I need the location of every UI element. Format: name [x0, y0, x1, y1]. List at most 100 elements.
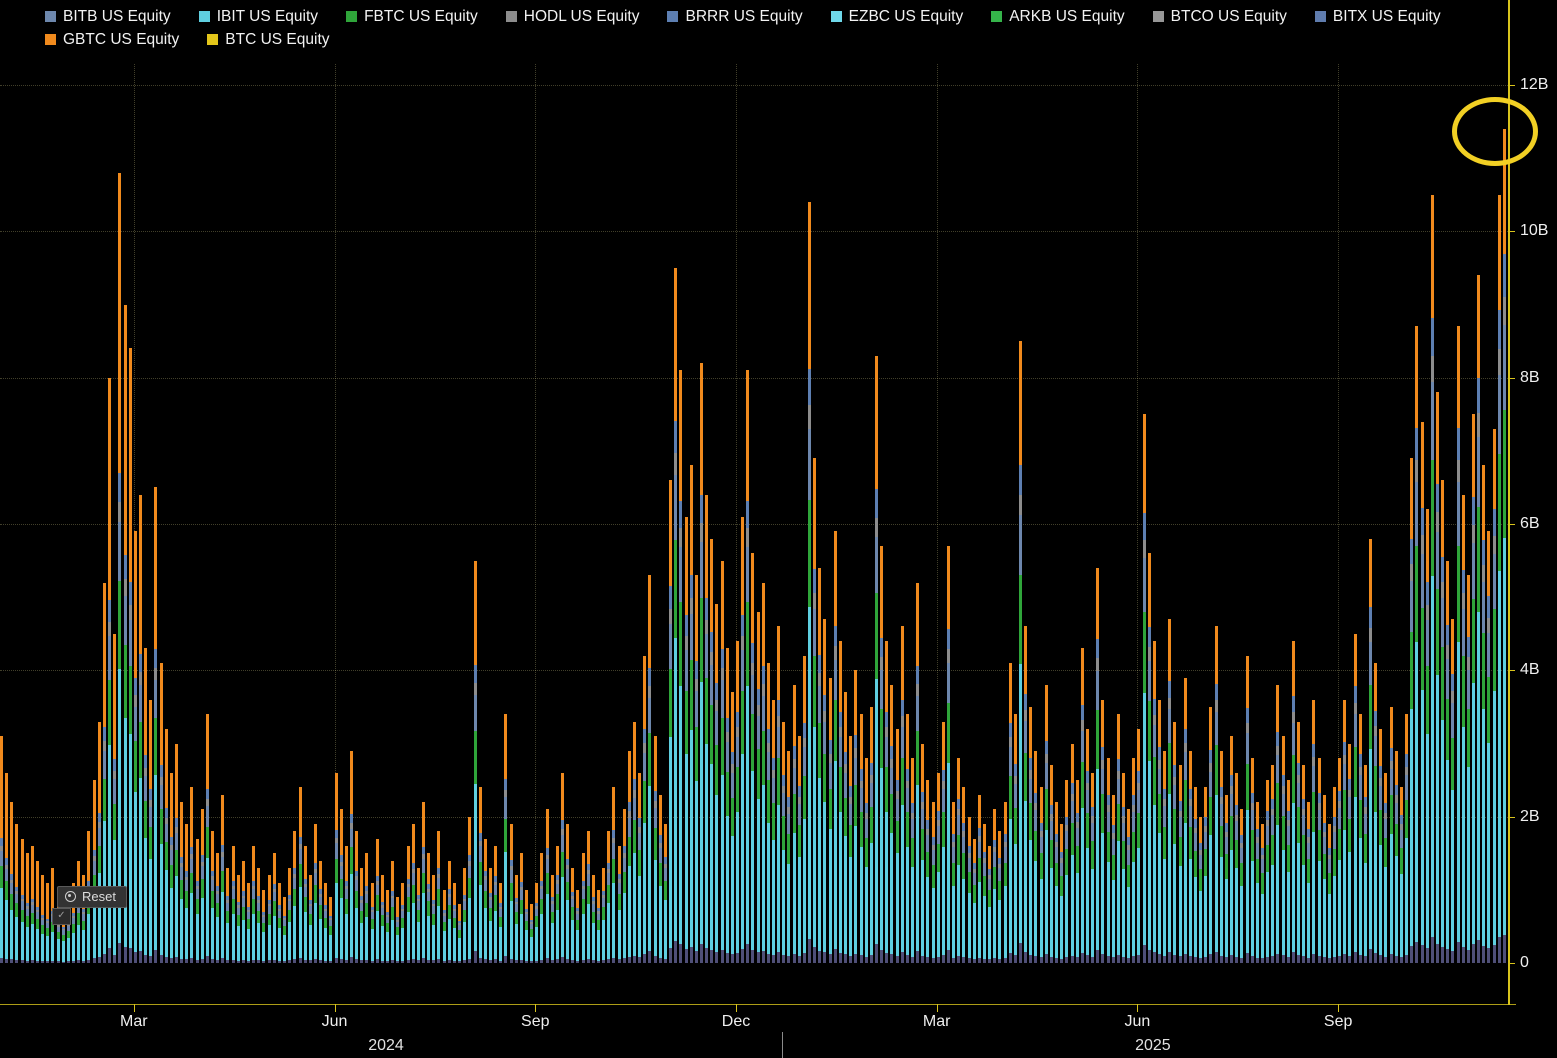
- bar-segment-ibit: [1276, 825, 1279, 954]
- legend-item-fbtc[interactable]: FBTC US Equity: [346, 7, 478, 26]
- bar-segment-brrr: [1158, 747, 1161, 760]
- legend-item-btco[interactable]: BTCO US Equity: [1153, 7, 1287, 26]
- bar-segment-bitb: [1148, 661, 1151, 701]
- bar-segment-gbtc: [113, 634, 116, 759]
- reset-button[interactable]: Reset: [57, 886, 127, 908]
- bar-segment-ibit: [818, 778, 821, 951]
- bar-segment-bitx: [782, 955, 785, 963]
- bar-segment-brrr: [1137, 771, 1140, 783]
- bar-segment-brrr: [818, 655, 821, 673]
- volume-bar: [1292, 641, 1295, 963]
- bar-segment-fbtc: [854, 785, 857, 826]
- bar-segment-gbtc: [365, 853, 368, 886]
- bar-segment-gbtc: [1240, 809, 1243, 835]
- chart-plot-area[interactable]: 12B10B8B6B4B2B0MarJunSepDecMarJunSep2024…: [0, 0, 1557, 1058]
- bar-segment-bitx: [556, 959, 559, 963]
- bar-segment-bitb: [1467, 670, 1470, 709]
- bar-segment-fbtc: [628, 837, 631, 866]
- bar-segment-ibit: [515, 924, 518, 960]
- bar-segment-bitx: [731, 954, 734, 962]
- volume-bar: [1215, 626, 1218, 963]
- bar-segment-fbtc: [551, 912, 554, 924]
- bar-segment-gbtc: [870, 707, 873, 763]
- bar-segment-fbtc: [1189, 827, 1192, 858]
- bar-segment-fbtc: [1163, 827, 1166, 858]
- bar-segment-gbtc: [51, 868, 54, 911]
- bar-segment-bitb: [15, 894, 18, 903]
- bar-segment-brrr: [1318, 793, 1321, 803]
- bar-segment-brrr: [1487, 596, 1490, 618]
- bar-segment-bitb: [149, 807, 152, 828]
- bar-segment-ibit: [633, 853, 636, 956]
- bar-segment-brrr: [1014, 764, 1017, 776]
- bar-segment-gbtc: [1333, 787, 1336, 817]
- bar-segment-bitx: [1076, 957, 1079, 963]
- volume-bar: [1271, 765, 1274, 963]
- bar-segment-fbtc: [1101, 794, 1104, 833]
- bar-segment-bitx: [314, 959, 317, 963]
- bar-segment-fbtc: [1395, 824, 1398, 856]
- horizontal-gridline: [0, 231, 1508, 232]
- bar-segment-hodl: [1143, 540, 1146, 558]
- bar-segment-fbtc: [21, 910, 24, 922]
- bar-segment-bitb: [365, 894, 368, 903]
- bar-segment-gbtc: [226, 868, 229, 897]
- bar-segment-bitb: [839, 737, 842, 767]
- bar-segment-brrr: [160, 765, 163, 777]
- bar-segment-hodl: [1230, 786, 1233, 794]
- legend-item-bitx[interactable]: BITX US Equity: [1315, 7, 1441, 26]
- bar-segment-fbtc: [865, 838, 868, 867]
- legend-item-gbtc[interactable]: GBTC US Equity: [45, 30, 179, 49]
- legend-item-btc[interactable]: BTC US Equity: [207, 30, 329, 49]
- chart-tool-icon[interactable]: ✓: [52, 908, 71, 925]
- bar-segment-bitb: [1086, 790, 1089, 813]
- volume-bar: [77, 861, 80, 963]
- bar-segment-bitb: [1076, 828, 1079, 846]
- bar-segment-fbtc: [1107, 832, 1110, 862]
- bar-segment-bitx: [839, 953, 842, 963]
- bar-segment-bitb: [664, 868, 667, 881]
- bar-segment-bitx: [1498, 937, 1501, 963]
- bar-segment-fbtc: [597, 920, 600, 930]
- bar-segment-ibit: [751, 771, 754, 950]
- legend-item-ezbc[interactable]: EZBC US Equity: [831, 7, 964, 26]
- bar-segment-hodl: [134, 695, 137, 706]
- bar-segment-bitb: [1292, 723, 1295, 755]
- bar-segment-bitx: [67, 961, 70, 963]
- volume-bar: [190, 787, 193, 963]
- bar-segment-hodl: [1153, 715, 1156, 726]
- legend-item-arkb[interactable]: ARKB US Equity: [991, 7, 1124, 26]
- bar-segment-bitx: [1276, 954, 1279, 963]
- volume-bar: [576, 890, 579, 963]
- legend-item-ibit[interactable]: IBIT US Equity: [199, 7, 318, 26]
- bar-segment-ibit: [67, 938, 70, 961]
- legend-item-label: ARKB US Equity: [1009, 7, 1124, 26]
- bar-segment-bitb: [793, 768, 796, 794]
- bar-segment-hodl: [834, 646, 837, 659]
- bar-segment-gbtc: [587, 831, 590, 864]
- bar-segment-bitx: [309, 960, 312, 963]
- bar-segment-fbtc: [129, 666, 132, 735]
- legend-item-bitb[interactable]: BITB US Equity: [45, 7, 171, 26]
- bar-segment-brrr: [1292, 696, 1295, 712]
- bar-segment-fbtc: [427, 901, 430, 915]
- bar-segment-fbtc: [793, 794, 796, 833]
- bar-segment-hodl: [1168, 698, 1171, 709]
- bar-segment-ibit: [757, 799, 760, 952]
- bar-segment-ibit: [993, 889, 996, 958]
- bar-segment-gbtc: [1354, 634, 1357, 687]
- bar-segment-brrr: [190, 847, 193, 854]
- bar-segment-fbtc: [582, 899, 585, 914]
- legend-item-brrr[interactable]: BRRR US Equity: [667, 7, 802, 26]
- highlight-ellipse-annotation[interactable]: [1452, 97, 1538, 166]
- bar-segment-brrr: [1101, 747, 1104, 760]
- legend-item-hodl[interactable]: HODL US Equity: [506, 7, 640, 26]
- bar-segment-fbtc: [1019, 575, 1022, 665]
- bar-segment-hodl: [885, 727, 888, 737]
- bar-segment-hodl: [757, 705, 760, 716]
- bar-segment-bitx: [1179, 956, 1182, 962]
- bar-segment-bitx: [1173, 955, 1176, 963]
- bar-segment-fbtc: [329, 926, 332, 935]
- bar-segment-brrr: [144, 755, 147, 767]
- bar-segment-brrr: [715, 683, 718, 700]
